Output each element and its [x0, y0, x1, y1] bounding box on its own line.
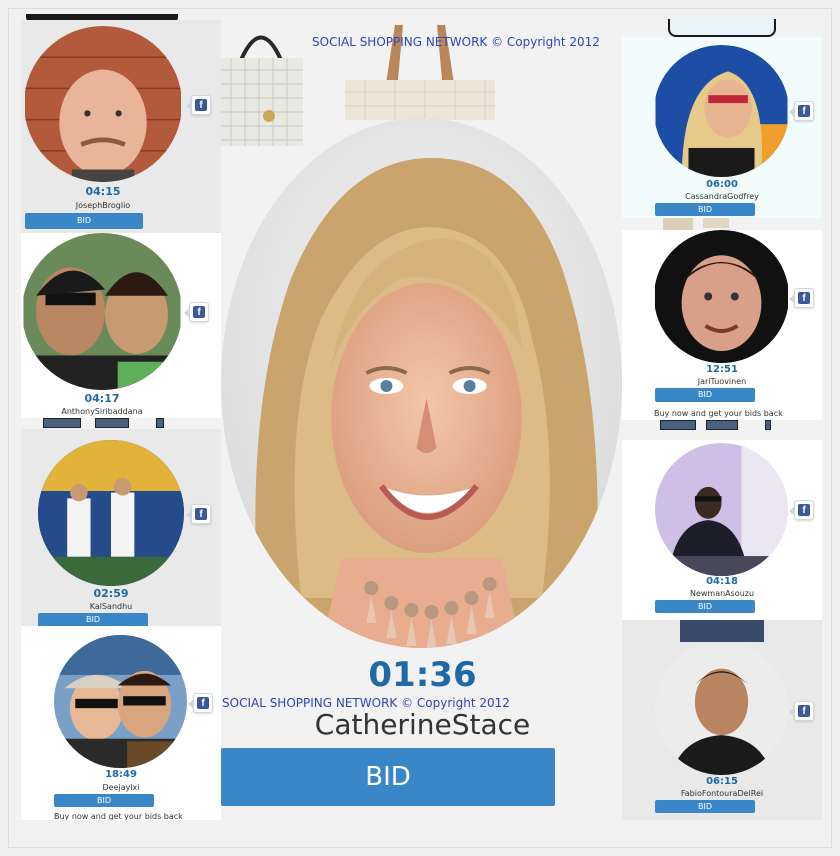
username: KalSandhu — [89, 602, 133, 611]
facebook-icon[interactable]: f — [789, 101, 814, 121]
main-avatar[interactable] — [221, 118, 622, 648]
timer: 06:15 — [706, 776, 738, 787]
username: JosephBroglio — [75, 201, 131, 210]
timer: 02:59 — [93, 587, 129, 600]
facebook-icon[interactable]: f — [789, 500, 814, 520]
timer: 04:17 — [84, 392, 120, 405]
username: NewmanAsouzu — [689, 589, 755, 598]
right-card-3: f 04:18 NewmanAsouzu BID — [622, 440, 822, 620]
bid-button[interactable]: BID — [655, 800, 755, 813]
avatar[interactable] — [54, 635, 187, 768]
facebook-icon[interactable]: f — [188, 693, 213, 713]
thumbnail-fragment — [680, 620, 764, 642]
bid-button[interactable]: BID — [655, 388, 755, 402]
avatar[interactable] — [655, 443, 788, 576]
username: Deejaylxi — [102, 783, 140, 792]
bid-button[interactable]: BID — [54, 794, 154, 807]
left-card-2: f 04:17 AnthonySiribaddana — [21, 233, 221, 418]
right-card-2: f 12:51 JariTuovinen BID Buy now and get… — [622, 230, 822, 420]
main-timer: 01:36 — [368, 655, 477, 695]
bid-button[interactable]: BID — [655, 600, 755, 613]
username: AnthonySiribaddana — [61, 407, 143, 416]
copyright-text-top: SOCIAL SHOPPING NETWORK © Copyright 2012 — [312, 35, 600, 49]
avatar[interactable] — [655, 642, 788, 775]
facebook-icon[interactable]: f — [184, 302, 209, 322]
buy-note: Buy now and get your bids back — [654, 409, 783, 418]
left-card-3: f 02:59 KalSandhu BID — [21, 429, 221, 626]
username: CassandraGodfrey — [685, 192, 759, 201]
facebook-icon[interactable]: f — [789, 701, 814, 721]
avatar[interactable] — [38, 440, 184, 586]
thumbnail-strip — [95, 418, 129, 428]
product-image-handbag-left — [221, 20, 305, 146]
avatar[interactable] — [654, 45, 789, 177]
thumbnail-fragment — [703, 218, 729, 228]
timer: 04:15 — [85, 185, 121, 198]
thumbnail-strip — [765, 420, 771, 430]
avatar[interactable] — [24, 26, 182, 182]
thumbnail-fragment — [663, 218, 693, 230]
avatar[interactable] — [654, 230, 789, 363]
right-card-4: f 06:15 FabioFontouraDelRei BID — [622, 620, 822, 820]
right-card-1: f 06:00 CassandraGodfrey BID — [622, 37, 822, 218]
thumbnail-strip — [156, 418, 164, 428]
bid-button[interactable]: BID — [655, 203, 755, 216]
bid-button[interactable]: BID — [25, 213, 143, 229]
main-bid-button[interactable]: BID — [221, 748, 555, 806]
timer: 18:49 — [105, 769, 137, 780]
timer: 06:00 — [706, 179, 738, 190]
facebook-icon[interactable]: f — [186, 504, 211, 524]
bid-button[interactable]: BID — [38, 613, 148, 626]
timer: 04:18 — [706, 576, 738, 587]
top-tablet-fragment — [668, 19, 776, 37]
thumbnail-strip — [43, 418, 81, 428]
thumbnail-strip — [660, 420, 696, 430]
facebook-icon[interactable]: f — [186, 95, 211, 115]
left-card-1: f 04:15 JosephBroglio BID — [21, 20, 221, 233]
left-card-4: f 18:49 Deejaylxi BID Buy now and get yo… — [21, 626, 221, 820]
avatar[interactable] — [22, 233, 182, 390]
buy-note: Buy now and get your bids back — [54, 812, 183, 820]
timer: 12:51 — [706, 364, 738, 375]
username: FabioFontouraDelRei — [680, 789, 764, 798]
thumbnail-strip — [706, 420, 738, 430]
main-username: CatherineStace — [314, 708, 531, 741]
username: JariTuovinen — [697, 377, 747, 386]
facebook-icon[interactable]: f — [789, 288, 814, 308]
